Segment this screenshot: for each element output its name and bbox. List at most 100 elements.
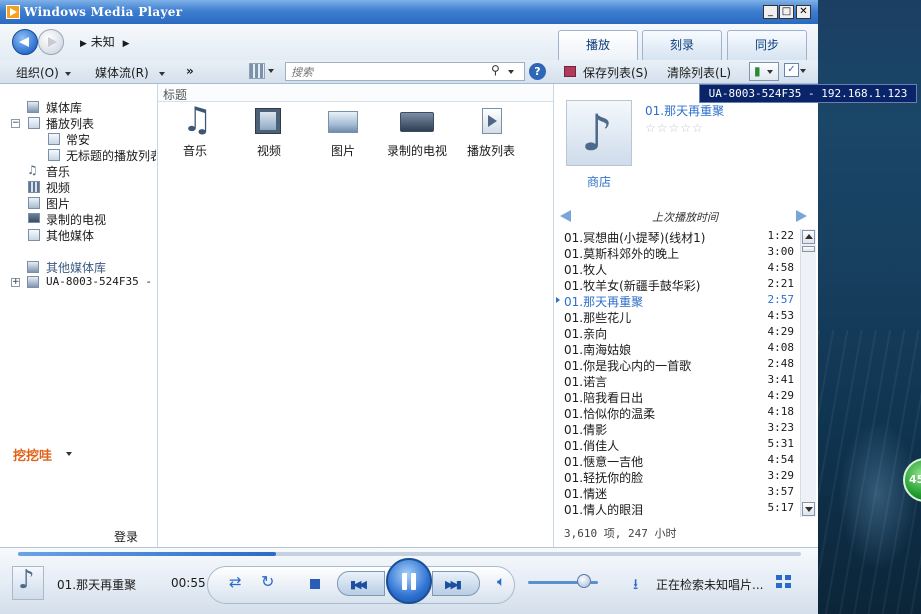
nav-item-playlist-untitled[interactable]: 无标题的播放列表 (66, 147, 156, 164)
chevron-down-icon (767, 70, 773, 74)
track-row[interactable]: 01.情人的眼泪 5:17 (554, 501, 800, 517)
track-duration: 4:29 (767, 325, 795, 338)
login-link[interactable]: 登录 (114, 528, 138, 545)
scroll-down-button[interactable] (802, 502, 815, 516)
track-row[interactable]: 01.牧人 4:58 (554, 261, 800, 277)
nav-item-library[interactable]: 媒体库 (46, 99, 82, 116)
save-list-button[interactable]: 保存列表(S) (583, 64, 648, 81)
list-options-dropdown[interactable] (800, 63, 806, 77)
track-row[interactable]: 01.陪我看日出 4:29 (554, 389, 800, 405)
next-button[interactable]: ▶▶▮ (432, 571, 480, 596)
track-row[interactable]: 01.冥想曲(小提琴)(线材1) 1:22 (554, 229, 800, 245)
track-row[interactable]: 01.南海姑娘 4:08 (554, 341, 800, 357)
view-options-icon[interactable] (249, 63, 265, 79)
nav-item-pictures[interactable]: 图片 (46, 195, 70, 212)
stop-icon[interactable] (310, 579, 320, 589)
category-video[interactable]: 视频 (232, 106, 306, 159)
track-row[interactable]: 01.你是我心内的一首歌 2:48 (554, 357, 800, 373)
track-row[interactable]: 01.俏佳人 5:31 (554, 437, 800, 453)
nav-item-music[interactable]: 音乐 (46, 163, 70, 180)
speaker-icon[interactable]: 🔈︎ (497, 574, 505, 590)
arrow-left-icon[interactable] (560, 210, 571, 222)
film-icon (252, 106, 286, 138)
tab-sync[interactable]: 同步 (727, 30, 807, 60)
nav-item-playlist-changan[interactable]: 常安 (66, 131, 90, 148)
nav-item-other-libraries[interactable]: 其他媒体库 (46, 259, 106, 276)
nav-item-device[interactable]: UA-8003-524F35 - 1 (46, 275, 156, 288)
navigation-bar: ▶ 未知 ▶ 播放 刻录 同步 (0, 24, 818, 60)
switch-to-now-playing-icon[interactable] (776, 575, 792, 589)
mini-album-art[interactable]: ♪ (12, 565, 44, 600)
expand-toggle[interactable]: + (11, 278, 20, 287)
list-options-icon[interactable]: ✓ (784, 63, 799, 77)
category-recorded-tv[interactable]: 录制的电视 (380, 106, 454, 159)
pause-button[interactable] (386, 558, 432, 604)
nav-item-recorded-tv[interactable]: 录制的电视 (46, 211, 106, 228)
arrow-right-icon[interactable] (796, 210, 807, 222)
seek-bar[interactable] (18, 552, 801, 556)
track-row[interactable]: 01.情迷 3:57 (554, 485, 800, 501)
track-duration: 4:29 (767, 389, 795, 402)
track-duration: 4:54 (767, 453, 795, 466)
scroll-up-button[interactable] (802, 230, 815, 244)
organize-menu[interactable]: 组织(O) (16, 64, 71, 81)
list-header-bar: 上次播放时间 (554, 207, 818, 225)
track-row[interactable]: 01.莫斯科郊外的晚上 3:00 (554, 245, 800, 261)
player-time[interactable]: 00:55 (171, 576, 206, 590)
track-row[interactable]: 01.那天再重聚 2:57 (554, 293, 800, 309)
track-row[interactable]: 01.恰似你的温柔 4:18 (554, 405, 800, 421)
rating-stars[interactable]: ☆☆☆☆☆ (645, 121, 704, 135)
title-bar[interactable]: Windows Media Player _ □ ✕ (0, 0, 818, 24)
track-name: 01.恰似你的温柔 (564, 407, 656, 421)
track-row[interactable]: 01.那些花儿 4:53 (554, 309, 800, 325)
tab-play[interactable]: 播放 (558, 30, 638, 60)
store-link[interactable]: 商店 (587, 173, 611, 190)
category-music[interactable]: ♫ 音乐 (158, 100, 232, 159)
brand-link[interactable]: 挖挖哇 (13, 445, 52, 464)
track-duration: 2:57 (767, 293, 795, 306)
collapse-toggle[interactable]: − (11, 119, 20, 128)
shuffle-icon[interactable]: ⇄ (229, 573, 242, 591)
track-row[interactable]: 01.牧羊女(新疆手鼓华彩) 2:21 (554, 277, 800, 293)
download-icon: ⭳ (633, 575, 639, 593)
category-playlists[interactable]: 播放列表 (454, 106, 528, 159)
stream-menu[interactable]: 媒体流(R) (95, 64, 165, 81)
track-row[interactable]: 01.倩影 3:23 (554, 421, 800, 437)
breadcrumb-item[interactable]: 未知 (91, 35, 115, 49)
view-options-dropdown[interactable] (268, 63, 274, 77)
breadcrumb[interactable]: ▶ 未知 ▶ (80, 33, 130, 50)
track-row[interactable]: 01.诺言 3:41 (554, 373, 800, 389)
volume-knob[interactable] (577, 574, 591, 588)
maximize-button[interactable]: □ (779, 5, 794, 19)
now-playing-title[interactable]: 01.那天再重聚 (645, 102, 724, 119)
column-header[interactable]: 标题 (158, 84, 553, 102)
category-label: 音乐 (182, 144, 207, 158)
category-pictures[interactable]: 图片 (306, 106, 380, 159)
search-box[interactable]: ⚲ (285, 62, 525, 81)
album-art[interactable]: ♪ (566, 100, 632, 166)
forward-button[interactable] (38, 29, 64, 55)
close-button[interactable]: ✕ (796, 5, 811, 19)
minimize-button[interactable]: _ (763, 5, 778, 19)
more-commands-button[interactable]: » (186, 64, 194, 78)
nav-item-playlists[interactable]: 播放列表 (46, 115, 94, 132)
track-row[interactable]: 01.轻抚你的脸 3:29 (554, 469, 800, 485)
search-dropdown-icon[interactable] (508, 70, 514, 74)
back-button[interactable] (12, 29, 38, 55)
nav-item-other-media[interactable]: 其他媒体 (46, 227, 94, 244)
clear-list-button[interactable]: 清除列表(L) (667, 64, 731, 81)
previous-button[interactable]: ▮◀◀ (337, 571, 385, 596)
search-input[interactable] (289, 64, 488, 81)
help-icon[interactable]: ? (529, 63, 546, 80)
nav-item-video[interactable]: 视频 (46, 179, 70, 196)
tab-burn[interactable]: 刻录 (642, 30, 722, 60)
repeat-icon[interactable]: ↻ (261, 572, 274, 591)
brand-dropdown[interactable] (66, 446, 72, 460)
scroll-thumb[interactable] (802, 246, 815, 252)
search-icon[interactable]: ⚲ (491, 63, 500, 77)
scrollbar[interactable] (800, 229, 816, 517)
device-select-button[interactable]: ▮ (749, 62, 779, 81)
track-duration: 3:29 (767, 469, 795, 482)
track-row[interactable]: 01.惬意一吉他 4:54 (554, 453, 800, 469)
track-row[interactable]: 01.亲向 4:29 (554, 325, 800, 341)
